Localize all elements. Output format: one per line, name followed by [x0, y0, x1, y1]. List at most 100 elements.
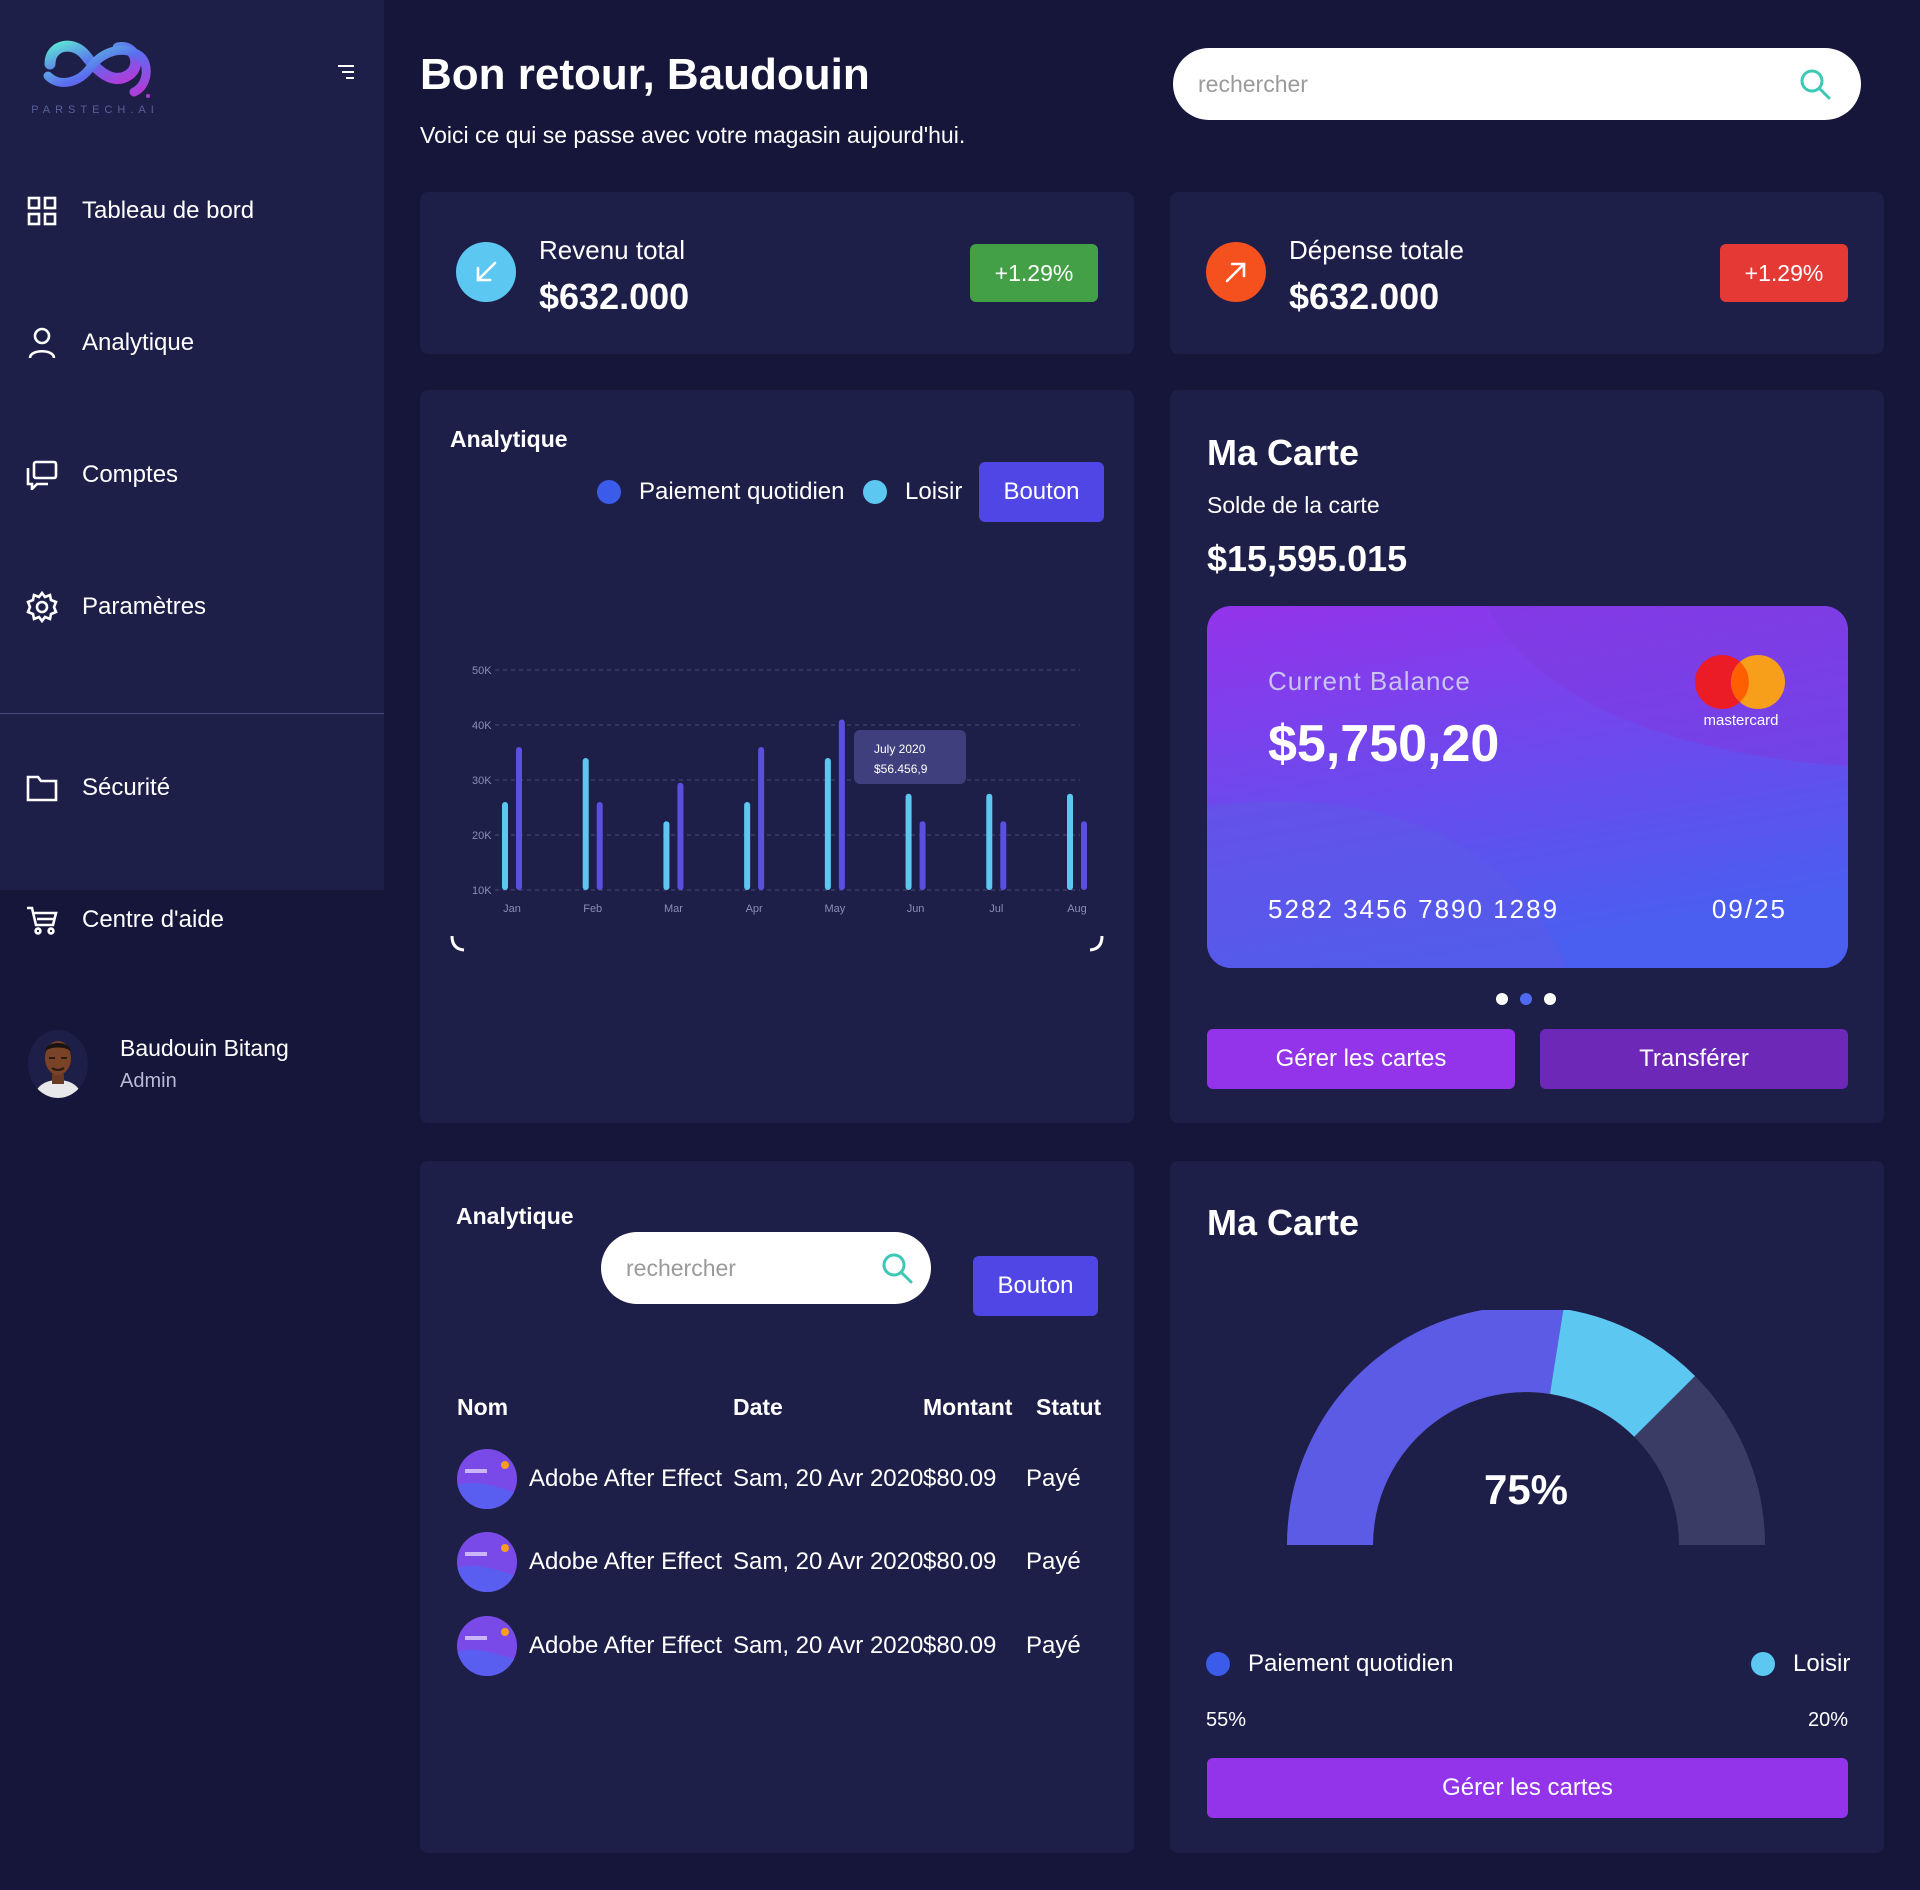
legend-dot — [597, 480, 621, 504]
bar-daily-mar[interactable] — [677, 782, 684, 890]
avatar — [28, 1030, 88, 1098]
search-input[interactable] — [1198, 64, 1778, 104]
bar-leisure-feb[interactable] — [582, 758, 589, 890]
sidebar-item-label: Comptes — [82, 461, 179, 488]
y-tick-label: 30K — [472, 775, 492, 787]
page-subtitle: Voici ce qui se passe avec votre magasin… — [420, 122, 966, 148]
y-tick-label: 50K — [472, 665, 492, 677]
x-tick-label: May — [824, 903, 845, 915]
transactions-action-button[interactable]: Bouton — [973, 1256, 1098, 1316]
gauge-title: Ma Carte — [1207, 1202, 1360, 1243]
expense-card: Dépense totale $632.000 +1.29% — [1170, 192, 1884, 354]
bar-daily-jun[interactable] — [919, 821, 926, 890]
sidebar-item-accounts[interactable]: Comptes — [24, 450, 178, 500]
y-tick-label: 20K — [472, 830, 492, 842]
logo-text: PARSTECH.AI — [31, 104, 159, 116]
revenue-change-badge: +1.29% — [970, 244, 1098, 302]
gauge-chart — [1287, 1310, 1765, 1546]
transfer-button[interactable]: Transférer — [1540, 1029, 1848, 1089]
table-row[interactable]: Adobe After Effect Sam, 20 Avr 2020 $80.… — [457, 1449, 1097, 1511]
chat-icon — [24, 457, 60, 493]
legend-label: Paiement quotidien — [1248, 1650, 1454, 1677]
chart-corner-right — [1089, 935, 1104, 952]
sidebar-item-analytics[interactable]: Analytique — [24, 318, 194, 368]
column-header-date[interactable]: Date — [733, 1394, 783, 1421]
table-row[interactable]: Adobe After Effect Sam, 20 Avr 2020 $80.… — [457, 1532, 1097, 1594]
transaction-date: Sam, 20 Avr 2020 — [733, 1632, 924, 1659]
x-tick-label: Mar — [664, 903, 683, 915]
user-role: Admin — [120, 1070, 177, 1092]
chart-tooltip: July 2020 $56.456,9 — [854, 730, 966, 784]
column-header-status[interactable]: Statut — [1036, 1394, 1101, 1421]
transaction-amount: $80.09 — [923, 1632, 997, 1659]
transaction-thumbnail — [457, 1449, 517, 1509]
gauge-leisure-percent: 20% — [1807, 1709, 1848, 1731]
search-icon[interactable] — [1799, 68, 1831, 100]
transaction-amount: $80.09 — [923, 1465, 997, 1492]
manage-cards-button[interactable]: Gérer les cartes — [1207, 1029, 1515, 1089]
transactions-search[interactable] — [601, 1232, 931, 1304]
sidebar-item-label: Tableau de bord — [82, 197, 255, 224]
bar-leisure-jun[interactable] — [905, 793, 912, 890]
expense-label: Dépense totale — [1289, 235, 1464, 265]
gauge-percent: 75% — [1483, 1466, 1569, 1513]
expense-value: $632.000 — [1289, 276, 1440, 317]
bar-leisure-mar[interactable] — [663, 821, 670, 890]
bar-daily-jul[interactable] — [1000, 821, 1007, 890]
arrow-up-right-icon — [1206, 242, 1266, 302]
revenue-card: Revenu total $632.000 +1.29% — [420, 192, 1134, 354]
card-number: 5282 3456 7890 1289 — [1268, 894, 1560, 924]
carousel-dot[interactable] — [1496, 993, 1508, 1005]
carousel-dot[interactable] — [1544, 993, 1556, 1005]
x-tick-label: Jan — [503, 903, 521, 915]
transaction-thumbnail — [457, 1532, 517, 1592]
transaction-date: Sam, 20 Avr 2020 — [733, 1548, 924, 1575]
legend-label: Loisir — [905, 478, 963, 505]
sidebar-item-settings[interactable]: Paramètres — [24, 582, 206, 632]
legend-label: Loisir — [1793, 1650, 1851, 1677]
brand-logo[interactable]: PARSTECH.AI — [30, 26, 160, 122]
legend-dot — [1206, 1652, 1230, 1676]
bar-daily-may[interactable] — [838, 719, 845, 891]
user-icon — [24, 325, 60, 361]
transaction-name: Adobe After Effect — [529, 1632, 723, 1659]
gauge-legend-leisure: Loisir — [1751, 1650, 1850, 1678]
card-expiry: 09/25 — [1711, 894, 1787, 924]
column-header-amount[interactable]: Montant — [923, 1394, 1012, 1421]
bar-daily-jan[interactable] — [516, 747, 522, 890]
bar-leisure-may[interactable] — [824, 758, 831, 890]
logo-mark — [43, 40, 151, 98]
chart-action-button[interactable]: Bouton — [979, 462, 1104, 522]
tooltip-title: July 2020 — [874, 742, 926, 756]
bar-leisure-jan[interactable] — [502, 802, 508, 890]
menu-toggle-icon[interactable] — [338, 64, 358, 80]
arrow-down-left-icon — [456, 242, 516, 302]
transactions-search-input[interactable] — [626, 1248, 856, 1288]
x-tick-label: Apr — [746, 903, 763, 915]
search-icon[interactable] — [881, 1252, 913, 1284]
sidebar-item-security[interactable]: Sécurité — [24, 763, 170, 813]
header-search[interactable] — [1173, 48, 1861, 120]
revenue-value: $632.000 — [539, 276, 690, 317]
bar-daily-apr[interactable] — [758, 747, 765, 890]
sidebar-item-dashboard[interactable]: Tableau de bord — [24, 186, 254, 236]
bar-daily-feb[interactable] — [596, 802, 603, 890]
page-title: Bon retour, Baudouin — [420, 50, 870, 99]
user-profile[interactable]: Baudouin Bitang Admin — [28, 1030, 289, 1098]
bar-leisure-jul[interactable] — [986, 793, 993, 890]
bar-leisure-apr[interactable] — [744, 802, 751, 890]
my-card-title: Ma Carte — [1207, 432, 1360, 473]
carousel-dot-active[interactable] — [1520, 993, 1532, 1005]
gauge-manage-cards-button[interactable]: Gérer les cartes — [1207, 1758, 1848, 1818]
column-header-name[interactable]: Nom — [457, 1394, 508, 1421]
transaction-status: Payé — [1026, 1632, 1081, 1659]
bar-daily-aug[interactable] — [1081, 821, 1087, 890]
bar-leisure-aug[interactable] — [1067, 793, 1073, 890]
transaction-name: Adobe After Effect — [529, 1465, 723, 1492]
table-row[interactable]: Adobe After Effect Sam, 20 Avr 2020 $80.… — [457, 1616, 1097, 1678]
sidebar-item-help-center[interactable]: Centre d'aide — [24, 895, 224, 945]
y-tick-label: 10K — [472, 885, 492, 897]
grid-icon — [24, 193, 60, 229]
credit-card[interactable]: Current Balance $5,750,20 mastercard 528… — [1207, 606, 1848, 968]
transaction-amount: $80.09 — [923, 1548, 997, 1575]
